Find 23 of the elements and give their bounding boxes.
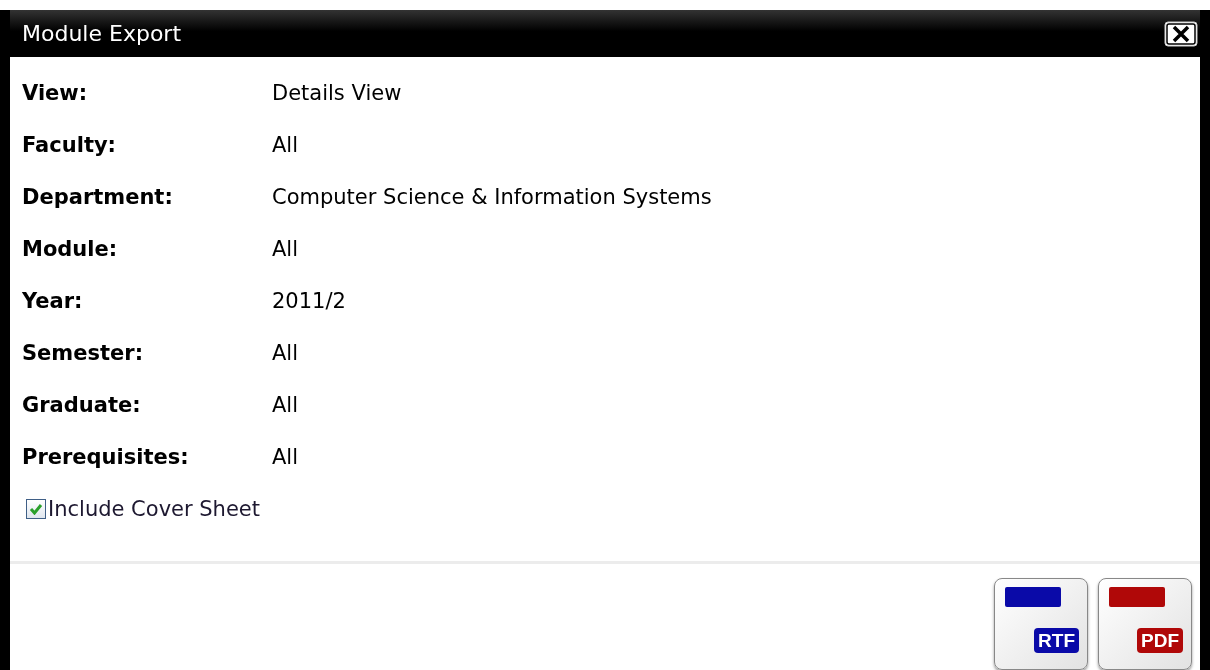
field-label: Faculty:: [22, 133, 117, 158]
field-label: Module:: [22, 237, 119, 262]
field-label: Year:: [22, 289, 84, 314]
field-label: Prerequisites:: [22, 445, 190, 470]
field-label: View:: [22, 81, 89, 106]
close-icon[interactable]: [1164, 20, 1198, 47]
field-value: All: [272, 393, 300, 418]
export-button[interactable]: RTF: [994, 578, 1088, 670]
checkbox[interactable]: [26, 499, 46, 520]
field-value: All: [272, 341, 300, 366]
field-value: All: [272, 133, 300, 158]
field-value: Computer Science & Information Systems: [272, 185, 713, 210]
field-label: Graduate:: [22, 393, 142, 418]
export-button[interactable]: PDF: [1098, 578, 1192, 670]
field-value: Details View: [272, 81, 403, 106]
window-title: Module Export: [22, 21, 181, 47]
field-value: All: [272, 237, 300, 262]
field-label: Semester:: [22, 341, 145, 366]
field-value: All: [272, 445, 300, 470]
checkbox-label: Include Cover Sheet: [48, 497, 260, 522]
field-label: Department:: [22, 185, 174, 210]
field-value: 2011/2: [272, 289, 347, 314]
check-icon: [29, 503, 43, 516]
